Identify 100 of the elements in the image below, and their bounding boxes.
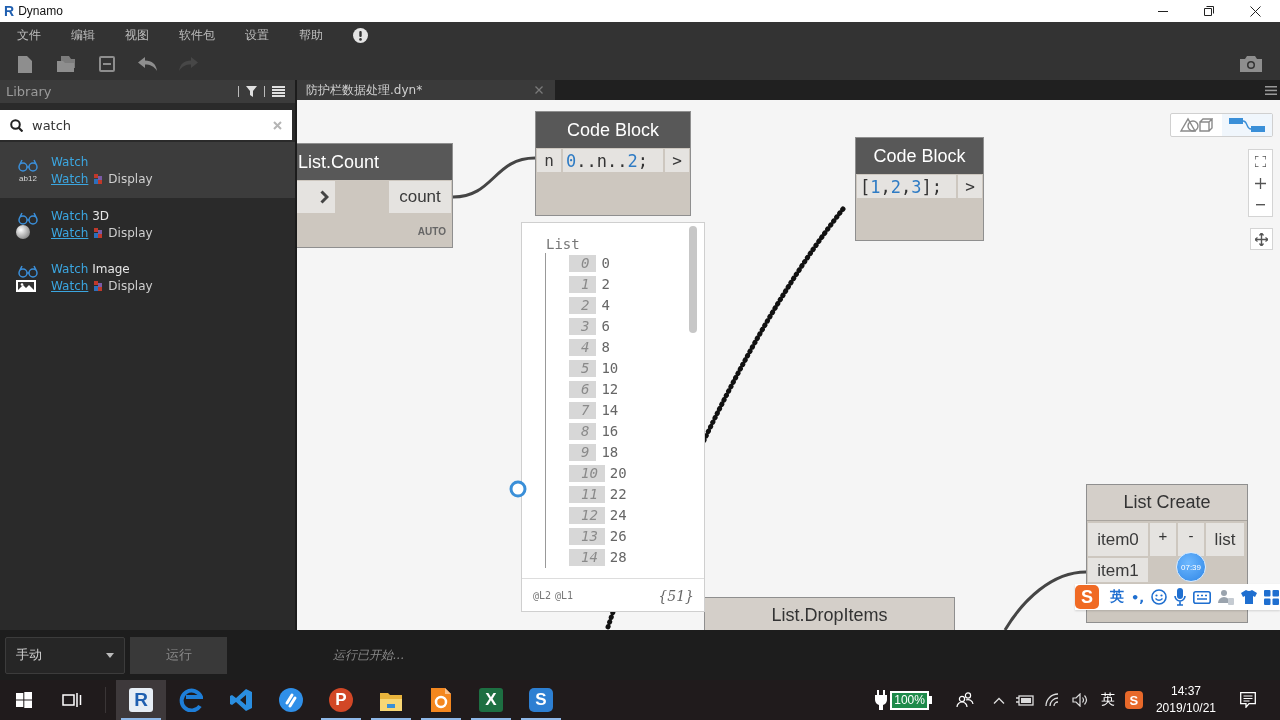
microphone-icon[interactable] — [1174, 588, 1187, 606]
pan-button[interactable] — [1250, 228, 1273, 250]
index-label: 5 — [569, 360, 597, 377]
node-header[interactable]: List.DropItems — [705, 598, 954, 630]
menu-icon[interactable] — [1265, 85, 1277, 95]
ring-icon[interactable] — [509, 480, 527, 498]
list-value: 12 — [601, 381, 619, 398]
graph-node[interactable]: Code Block [1,2,3]; > — [855, 137, 984, 241]
camera-icon[interactable] — [1240, 56, 1262, 72]
graph-node[interactable]: Code Block n 0..n..2; > — [535, 111, 691, 216]
node-button[interactable]: + — [1150, 523, 1176, 556]
index-label: 13 — [569, 528, 605, 545]
list-value: 0 — [601, 255, 610, 272]
smiley-icon[interactable] — [1151, 589, 1168, 605]
shirt-icon[interactable] — [1241, 590, 1258, 604]
node-graph-icon[interactable] — [1227, 117, 1266, 133]
menu-item[interactable]: 编辑 — [56, 26, 110, 44]
result-title: Watch Image — [51, 262, 131, 276]
new-file-icon[interactable] — [17, 55, 32, 73]
list-value: 10 — [601, 360, 619, 377]
code-editor[interactable]: [1,2,3]; — [857, 175, 956, 198]
clock-date[interactable]: 2019/10/21 — [1155, 700, 1216, 717]
people-icon[interactable] — [955, 692, 974, 708]
app-logo: X — [479, 688, 503, 712]
minimize-icon[interactable] — [1158, 10, 1168, 12]
file-tab[interactable]: 防护栏数据处理.dyn* — [297, 80, 555, 100]
category-icon — [94, 173, 103, 184]
code-editor[interactable]: 0..n..2; — [563, 149, 663, 172]
search-icon — [10, 118, 23, 132]
list-value: 4 — [601, 297, 610, 314]
menu-item[interactable]: 帮助 — [284, 26, 338, 44]
start-icon — [16, 692, 32, 708]
open-folder-icon[interactable] — [56, 56, 75, 72]
undo-icon[interactable] — [138, 57, 157, 71]
keyboard-icon[interactable] — [1193, 590, 1212, 604]
window-title: Dynamo — [18, 4, 63, 18]
language-label[interactable]: 英 — [1110, 588, 1124, 606]
output-port[interactable]: count — [389, 181, 451, 213]
output-port[interactable]: > — [958, 175, 982, 198]
menu-item[interactable]: 软件包 — [164, 26, 230, 44]
node-header: List Create — [1087, 485, 1247, 521]
restore-icon[interactable] — [1204, 6, 1214, 16]
filter-icon[interactable] — [246, 86, 257, 97]
wifi-icon[interactable] — [1044, 693, 1061, 707]
menu-item[interactable]: 设置 — [230, 26, 284, 44]
run-mode-dropdown[interactable]: 手动 — [5, 636, 125, 674]
alert-icon[interactable] — [353, 27, 368, 43]
app-icon — [429, 688, 453, 712]
fit-icon — [1255, 155, 1266, 167]
search-result[interactable]: Watch 3D Watch Display — [0, 198, 295, 251]
graph-node[interactable]: List.Count count AUTO — [297, 143, 453, 248]
list-value: 26 — [609, 528, 627, 545]
node-header: Code Block — [856, 138, 983, 174]
index-label: 11 — [569, 486, 605, 503]
save-icon[interactable] — [98, 56, 115, 72]
app-logo: R — [129, 688, 153, 712]
glasses-sphere-icon — [15, 210, 41, 239]
index-label: 2 — [569, 297, 597, 314]
list-icon[interactable] — [272, 86, 285, 97]
taskbar-button[interactable]: R — [116, 680, 166, 720]
geometry-view-icon[interactable] — [1179, 117, 1214, 133]
notification-icon[interactable] — [1240, 692, 1256, 708]
input-port[interactable]: n — [537, 149, 561, 172]
menu-item[interactable]: 视图 — [110, 26, 164, 44]
chevron-up-icon[interactable] — [992, 696, 1005, 704]
search-result[interactable]: Watch Image Watch Display — [0, 251, 295, 304]
category-link[interactable]: Watch — [51, 279, 89, 293]
menu-item[interactable]: 文件 — [2, 26, 56, 44]
input-port[interactable]: item0 — [1088, 523, 1148, 556]
scrollbar[interactable] — [689, 226, 697, 333]
pan-icon — [1255, 232, 1268, 246]
volume-icon[interactable] — [1071, 693, 1088, 707]
index-label: 0 — [569, 255, 597, 272]
caret-icon — [106, 652, 114, 658]
taskbar-button[interactable]: X — [466, 680, 516, 720]
clock-time[interactable]: 14:37 — [1170, 683, 1201, 700]
person-icon[interactable] — [1218, 589, 1235, 605]
language-indicator[interactable]: 英 — [1100, 691, 1115, 709]
index-label: 1 — [569, 276, 597, 293]
wire[interactable] — [452, 156, 536, 199]
app-logo: S — [529, 688, 553, 712]
battery-indicator[interactable]: 100% — [890, 690, 932, 710]
device-icon[interactable] — [1015, 694, 1034, 706]
category-link[interactable]: Watch — [51, 171, 89, 186]
grid-icon[interactable] — [1264, 589, 1280, 605]
list-value: 16 — [601, 423, 619, 440]
list-value: 14 — [601, 402, 619, 419]
taskbar-button[interactable]: S — [516, 680, 566, 720]
index-label: 6 — [569, 381, 597, 398]
close-icon[interactable] — [1249, 5, 1261, 17]
input-port[interactable]: item1 — [1088, 558, 1148, 582]
search-result[interactable]: ab12 Watch Watch Display — [0, 142, 295, 198]
output-port[interactable]: > — [665, 149, 689, 172]
node-button[interactable]: - — [1178, 523, 1204, 556]
punctuation-label[interactable]: •, — [1131, 589, 1145, 605]
plug-icon[interactable] — [875, 690, 888, 710]
search-field[interactable]: watch — [0, 110, 292, 140]
category-link[interactable]: Watch — [51, 226, 89, 240]
taskbar-button[interactable]: P — [316, 680, 366, 720]
output-port[interactable]: list — [1206, 523, 1244, 556]
